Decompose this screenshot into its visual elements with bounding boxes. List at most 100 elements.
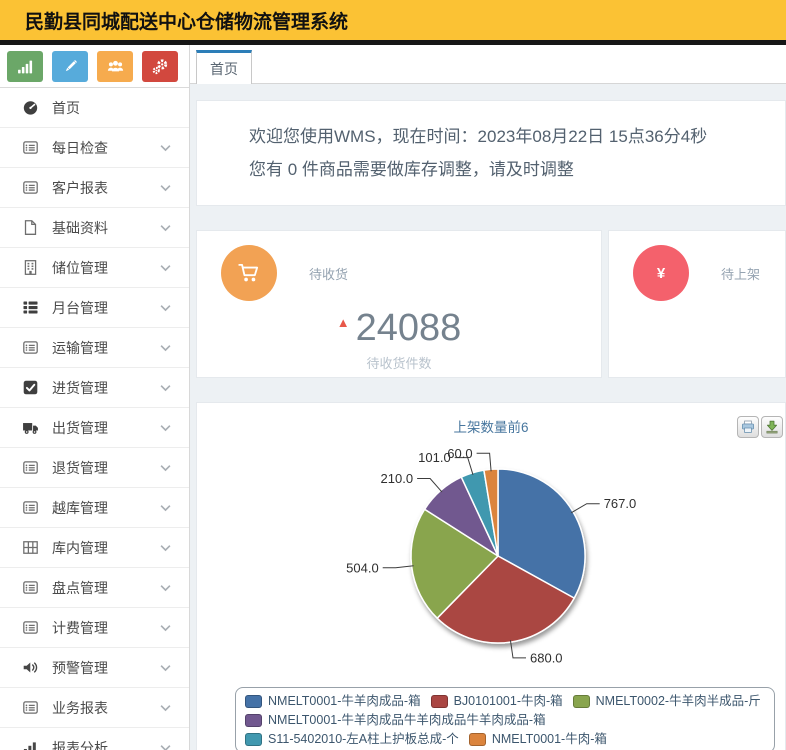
pie-leader-line: [417, 478, 443, 493]
pie-value-label: 101.0: [418, 450, 451, 465]
toolbar-button-settings[interactable]: [142, 50, 178, 82]
pending-receipt-value: ▲ 24088: [197, 303, 601, 348]
chevron-down-icon: [160, 584, 171, 592]
receiving-icon-circle: [221, 245, 277, 301]
legend-swatch: [430, 694, 448, 708]
pie-leader-line: [476, 452, 492, 472]
chart-toolbar: [737, 416, 783, 438]
sidebar-item-label: 库内管理: [52, 539, 108, 556]
sidebar-item-库内管理[interactable]: 库内管理: [0, 528, 189, 568]
sidebar-item-label: 业务报表: [52, 699, 108, 716]
legend-item: S11-5402010-左A柱上护板总成-个: [245, 730, 459, 748]
trend-up-icon: ▲: [336, 315, 350, 330]
pie-value-label: 680.0: [530, 650, 563, 665]
app-title: 民勤县同城配送中心仓储物流管理系统: [25, 11, 349, 33]
sidebar-item-label: 进货管理: [52, 379, 108, 396]
volume-icon: [22, 659, 39, 676]
chart-download-button[interactable]: [761, 416, 783, 438]
legend-item: NMELT0001-牛肉-箱: [468, 730, 607, 748]
chevron-down-icon: [160, 144, 171, 152]
sidebar-item-label: 月台管理: [52, 299, 108, 316]
sidebar-item-退货管理[interactable]: 退货管理: [0, 448, 189, 488]
toolbar-button-users[interactable]: [97, 50, 133, 82]
toolbar-button-edit[interactable]: [52, 50, 88, 82]
pie-value-label: 504.0: [346, 560, 379, 575]
sidebar-item-储位管理[interactable]: 储位管理: [0, 248, 189, 288]
download-icon: [765, 420, 779, 434]
legend-label: S11-5402010-左A柱上护板总成-个: [268, 732, 459, 746]
sidebar-item-首页[interactable]: 首页: [0, 88, 189, 128]
sidebar-item-label: 每日检查: [52, 139, 108, 156]
sidebar-item-运输管理[interactable]: 运输管理: [0, 328, 189, 368]
pending-receipt-caption: 待收货件数: [366, 356, 432, 371]
sidebar-item-预警管理[interactable]: 预警管理: [0, 648, 189, 688]
legend-label: NMELT0001-牛羊肉成品-箱: [268, 694, 421, 708]
print-icon: [741, 420, 755, 434]
chevron-down-icon: [160, 504, 171, 512]
tab-home[interactable]: 首页: [196, 50, 252, 84]
content: 欢迎您使用WMS，现在时间：2023年08月22日 15点36分4秒 您有 0 …: [190, 84, 786, 750]
sidebar-item-label: 储位管理: [52, 259, 108, 276]
yen-icon-circle: ¥: [633, 245, 689, 301]
sidebar-item-盘点管理[interactable]: 盘点管理: [0, 568, 189, 608]
pie-value-label: 767.0: [604, 496, 637, 511]
list-alt-icon: [22, 459, 39, 476]
sidebar-item-出货管理[interactable]: 出货管理: [0, 408, 189, 448]
chart-print-button[interactable]: [737, 416, 759, 438]
sidebar-item-label: 基础资料: [52, 219, 108, 236]
sidebar-item-label: 首页: [52, 99, 80, 116]
legend-swatch: [572, 694, 590, 708]
legend-items: NMELT0001-牛羊肉成品-箱 BJ0101001-牛肉-箱 NMELT0002…: [245, 692, 765, 748]
pencil-icon: [62, 58, 79, 75]
card-pending-putaway-header: ¥ 待上架: [609, 245, 785, 301]
check-square-icon: [22, 379, 39, 396]
chevron-down-icon: [160, 344, 171, 352]
file-icon: [22, 219, 39, 236]
cart-icon: [236, 260, 262, 286]
sidebar-item-月台管理[interactable]: 月台管理: [0, 288, 189, 328]
sidebar-item-每日检查[interactable]: 每日检查: [0, 128, 189, 168]
sidebar-item-客户报表[interactable]: 客户报表: [0, 168, 189, 208]
sidebar-item-进货管理[interactable]: 进货管理: [0, 368, 189, 408]
building-icon: [22, 259, 39, 276]
welcome-line2: 您有 0 件商品需要做库存调整，请及时调整: [249, 160, 574, 179]
pie-value-label: 210.0: [381, 471, 414, 486]
tab-bar: 首页: [190, 45, 786, 84]
tab-home-label: 首页: [210, 60, 238, 77]
sidebar-toolbar: [0, 45, 189, 88]
legend-swatch: [468, 732, 486, 746]
cogs-icon: [152, 58, 169, 75]
list-alt-icon: [22, 179, 39, 196]
th-list-icon: [22, 299, 39, 316]
chevron-down-icon: [160, 664, 171, 672]
legend-swatch: [245, 694, 262, 708]
sidebar-item-业务报表[interactable]: 业务报表: [0, 688, 189, 728]
pending-receipt-number: 24088: [355, 307, 462, 349]
sidebar-item-报表分析[interactable]: 报表分析: [0, 728, 189, 750]
yen-icon: ¥: [656, 264, 666, 282]
legend-item: NMELT0001-牛羊肉成品牛羊肉成品牛羊肉成品-箱: [245, 711, 546, 729]
toolbar-button-statistics[interactable]: [7, 50, 43, 82]
chevron-down-icon: [160, 464, 171, 472]
welcome-panel: 欢迎您使用WMS，现在时间：2023年08月22日 15点36分4秒 您有 0 …: [196, 100, 786, 206]
chevron-down-icon: [160, 184, 171, 192]
chevron-down-icon: [160, 624, 171, 632]
sidebar-item-计费管理[interactable]: 计费管理: [0, 608, 189, 648]
legend-swatch: [245, 713, 262, 727]
welcome-line1: 欢迎您使用WMS，现在时间：2023年08月22日 15点36分4秒: [249, 127, 708, 146]
sidebar: 首页每日检查客户报表基础资料储位管理月台管理运输管理进货管理出货管理 退货管理 越库…: [0, 45, 190, 750]
sidebar-item-基础资料[interactable]: 基础资料: [0, 208, 189, 248]
list-alt-icon: [22, 139, 39, 156]
card-pending-receipt-header: 待收货: [197, 245, 601, 301]
sidebar-menu: 首页每日检查客户报表基础资料储位管理月台管理运输管理进货管理出货管理 退货管理 越库…: [0, 88, 189, 750]
chevron-down-icon: [160, 704, 171, 712]
sidebar-item-越库管理[interactable]: 越库管理: [0, 488, 189, 528]
pie-svg: 767.0 680.0 504.0 210.0 101.060.0: [346, 446, 637, 666]
list-alt-icon: [22, 339, 39, 356]
sidebar-item-label: 计费管理: [52, 619, 108, 636]
columns-icon: [22, 539, 39, 556]
legend-item: NMELT0002-牛羊肉半成品-斤: [572, 692, 761, 710]
chart-title: 上架数量前6: [453, 420, 529, 435]
pie-value-label: 60.0: [447, 446, 472, 461]
legend-label: NMELT0001-牛肉-箱: [491, 732, 607, 746]
